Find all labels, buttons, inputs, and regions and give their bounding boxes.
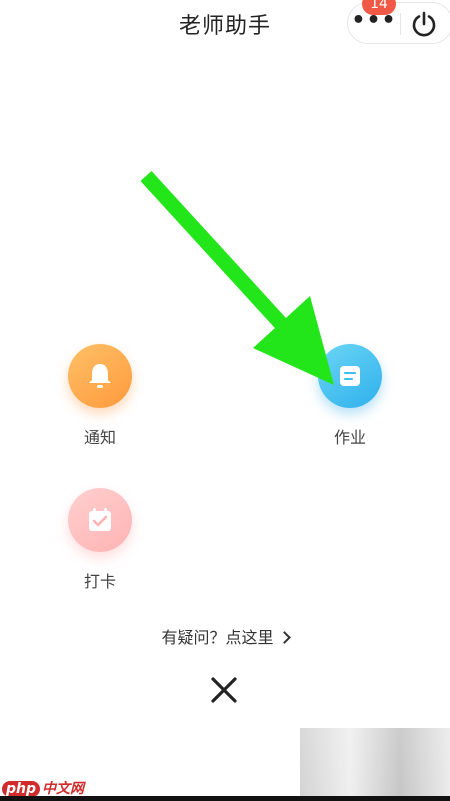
homework-icon (340, 366, 360, 386)
grid-item-homework[interactable]: 作业 (300, 344, 400, 448)
homework-icon-circle (318, 344, 382, 408)
calendar-icon-circle (68, 488, 132, 552)
bell-icon (89, 364, 111, 388)
grid-item-label: 作业 (333, 428, 366, 447)
grid-item-checkin[interactable]: 打卡 (50, 488, 150, 592)
bell-icon-circle (68, 344, 132, 408)
power-icon[interactable] (408, 8, 440, 40)
notification-badge: 14 (362, 0, 396, 15)
site-watermark: php 中文网 (2, 778, 84, 798)
close-icon[interactable] (207, 673, 241, 707)
calendar-check-icon (89, 508, 111, 531)
grid-item-label: 打卡 (83, 572, 116, 591)
blurred-watermark-area (300, 728, 450, 801)
grid-item-label: 通知 (83, 428, 116, 447)
help-link[interactable]: 有疑问？点这里 (0, 624, 450, 648)
bottom-bar (0, 796, 450, 801)
grid-item-notify[interactable]: 通知 (50, 344, 150, 448)
help-link-text: 有疑问？点这里 (161, 628, 274, 647)
mini-program-capsule: ••• 14 (347, 0, 450, 45)
more-button[interactable]: ••• 14 (348, 0, 400, 45)
chevron-right-icon (277, 631, 291, 644)
capsule-divider (400, 13, 401, 35)
